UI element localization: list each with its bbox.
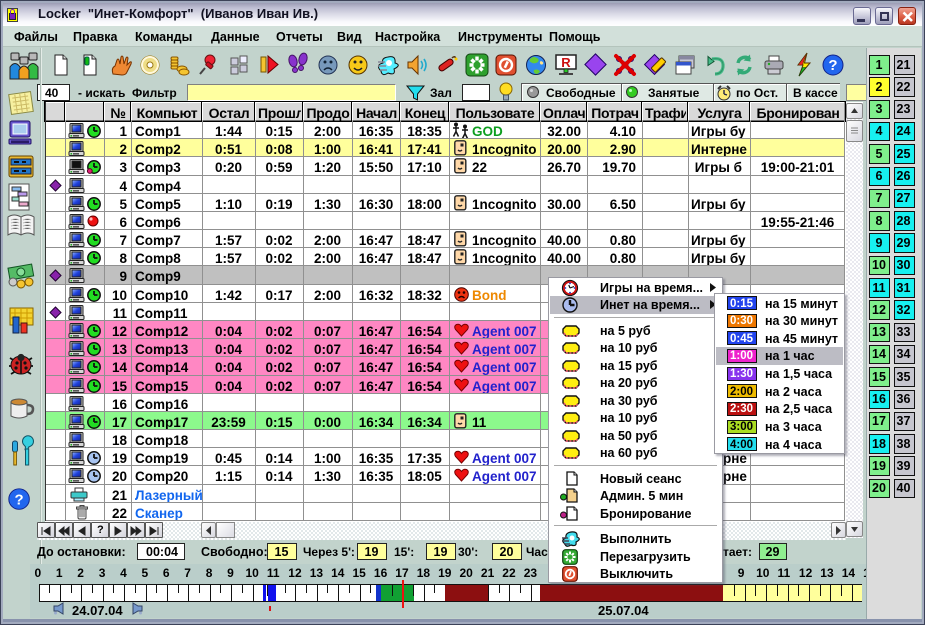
svg-text:?: ? (828, 57, 837, 74)
svg-text:?: ? (15, 492, 24, 509)
svg-text:R: R (561, 55, 571, 70)
